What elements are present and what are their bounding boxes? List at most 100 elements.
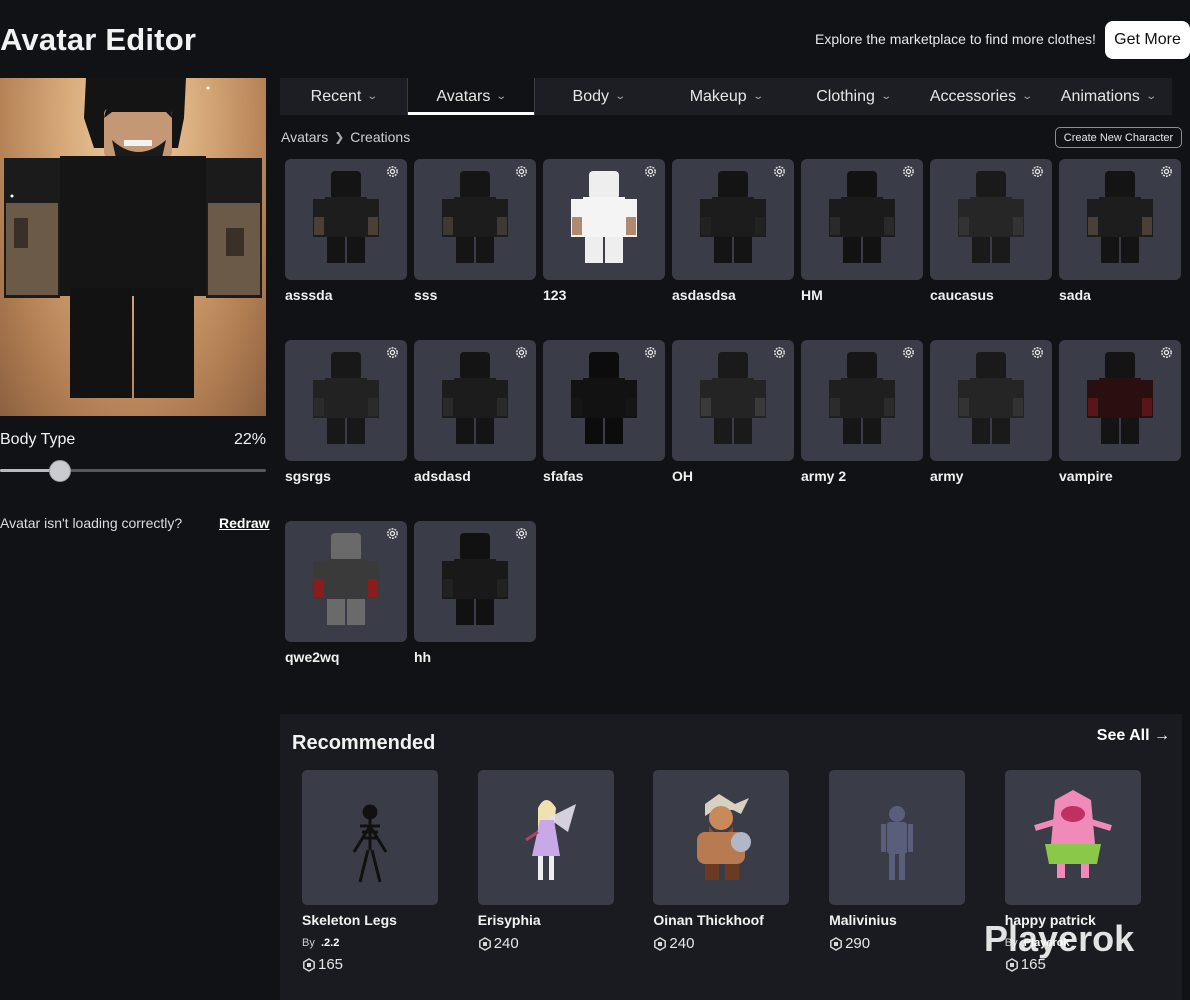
avatar-card[interactable]: sfafas xyxy=(543,340,665,484)
avatar-card-thumb[interactable] xyxy=(930,340,1052,461)
avatar-card-thumb[interactable] xyxy=(414,340,536,461)
price-value: 240 xyxy=(493,935,519,952)
avatar-card[interactable]: OH xyxy=(672,340,794,484)
avatar-card-thumb[interactable] xyxy=(543,159,665,280)
item-thumbnail xyxy=(881,806,914,880)
gear-icon[interactable] xyxy=(1159,164,1174,179)
gear-icon[interactable] xyxy=(385,526,400,541)
item-name: Erisyphia xyxy=(477,912,541,928)
avatar-card[interactable]: sss xyxy=(414,159,536,303)
gear-icon[interactable] xyxy=(772,164,787,179)
gear-icon[interactable] xyxy=(385,345,400,360)
chevron-down-icon: ⌄ xyxy=(366,91,379,102)
gear-icon[interactable] xyxy=(772,345,787,360)
gear-icon[interactable] xyxy=(514,526,529,541)
item-thumb[interactable] xyxy=(302,770,438,905)
gear-icon[interactable] xyxy=(901,164,916,179)
recommended-item[interactable]: Oinan Thickhoof 240 xyxy=(653,770,790,952)
avatar-card[interactable]: qwe2wq xyxy=(285,521,407,665)
body-type-slider[interactable] xyxy=(0,460,266,482)
avatar-card[interactable]: vampire xyxy=(1059,340,1181,484)
item-name: Oinan Thickhoof xyxy=(653,912,764,928)
breadcrumb: Avatars ❯ Creations xyxy=(281,129,410,145)
avatar-card-thumb[interactable] xyxy=(672,340,794,461)
tab-avatars[interactable]: Avatars ⌄ xyxy=(407,78,535,115)
tab-label: Body xyxy=(572,87,610,105)
gear-icon[interactable] xyxy=(1030,345,1045,360)
robux-icon xyxy=(303,957,315,972)
chevron-down-icon: ⌄ xyxy=(614,91,627,102)
item-thumb[interactable] xyxy=(653,770,790,905)
see-all-link[interactable]: See All → xyxy=(1097,727,1170,745)
avatar-card-name: sfafas xyxy=(543,468,584,484)
get-more-button[interactable]: Get More xyxy=(1105,21,1190,59)
avatar-card[interactable]: sada xyxy=(1059,159,1181,303)
avatar-card[interactable]: adsdasd xyxy=(414,340,536,484)
avatar-card[interactable]: sgsrgs xyxy=(285,340,407,484)
item-thumb[interactable] xyxy=(1004,770,1141,905)
avatar-card[interactable]: HM xyxy=(801,159,923,303)
avatar-card[interactable]: asssda xyxy=(285,159,407,303)
gear-icon[interactable] xyxy=(643,164,658,179)
avatar-card-thumb[interactable] xyxy=(801,159,923,280)
avatar-preview[interactable]: 3D xyxy=(0,78,266,416)
avatar-card-name: OH xyxy=(672,468,693,484)
avatar-card-thumb[interactable] xyxy=(414,521,536,642)
tab-accessories[interactable]: Accessories ⌄ xyxy=(917,78,1044,115)
avatar-card-thumb[interactable] xyxy=(1059,340,1181,461)
recommended-item[interactable]: Skeleton Legs By .2.2 165 xyxy=(302,770,438,973)
tab-label: Animations xyxy=(1060,87,1140,105)
redraw-link[interactable]: Redraw xyxy=(219,515,270,531)
avatar-card-thumb[interactable] xyxy=(285,340,407,461)
tab-clothing[interactable]: Clothing ⌄ xyxy=(790,78,917,115)
avatar-card-name: sss xyxy=(414,287,438,303)
tab-label: Recent xyxy=(310,87,362,105)
avatar-card-thumb[interactable] xyxy=(285,159,407,280)
avatar-card[interactable]: army 2 xyxy=(801,340,923,484)
item-thumb[interactable] xyxy=(829,770,966,905)
robux-icon xyxy=(654,936,667,951)
recommended-item[interactable]: Malivinius 290 xyxy=(829,770,966,952)
gear-icon[interactable] xyxy=(1030,164,1045,179)
breadcrumb-parent[interactable]: Avatars xyxy=(281,129,328,145)
item-name: Malivinius xyxy=(829,912,897,928)
marketplace-hint: Explore the marketplace to find more clo… xyxy=(815,31,1096,47)
item-thumb[interactable] xyxy=(477,770,614,905)
tab-recent[interactable]: Recent ⌄ xyxy=(280,78,407,115)
item-name: Skeleton Legs xyxy=(302,912,397,928)
avatar-card-thumb[interactable] xyxy=(672,159,794,280)
avatar-card[interactable]: 123 xyxy=(543,159,665,303)
item-creator[interactable]: By .2.2 xyxy=(302,937,339,949)
gear-icon[interactable] xyxy=(1159,345,1174,360)
tab-body[interactable]: Body ⌄ xyxy=(535,78,662,115)
avatar-card[interactable]: asdasdsa xyxy=(672,159,794,303)
avatar-card-thumb[interactable] xyxy=(801,340,923,461)
tab-makeup[interactable]: Makeup ⌄ xyxy=(662,78,789,115)
gear-icon[interactable] xyxy=(514,345,529,360)
avatar-card[interactable]: hh xyxy=(414,521,536,665)
avatar-card-thumb[interactable] xyxy=(543,340,665,461)
gear-icon[interactable] xyxy=(901,345,916,360)
tab-animations[interactable]: Animations ⌄ xyxy=(1044,78,1171,115)
avatar-card-name: 123 xyxy=(543,287,567,303)
avatar-card-thumb[interactable] xyxy=(414,159,536,280)
gear-icon[interactable] xyxy=(514,164,529,179)
chevron-down-icon: ⌄ xyxy=(880,91,892,102)
avatar-card-thumb[interactable] xyxy=(930,159,1052,280)
item-price: 240 xyxy=(478,935,519,952)
avatar-card-thumb[interactable] xyxy=(285,521,407,642)
by-label: By xyxy=(302,937,315,949)
create-new-character-button[interactable]: Create New Character xyxy=(1055,127,1182,148)
recommended-item[interactable]: Erisyphia 240 xyxy=(477,770,614,952)
gear-icon[interactable] xyxy=(385,164,400,179)
avatar-card[interactable]: caucasus xyxy=(930,159,1052,303)
gear-icon[interactable] xyxy=(643,345,658,360)
body-type-label: Body Type xyxy=(0,431,76,448)
avatar-card-thumb[interactable] xyxy=(1059,159,1181,280)
slider-thumb[interactable] xyxy=(48,460,71,482)
price-value: 290 xyxy=(845,935,871,952)
recommended-item[interactable]: happy patrick By Playerok 165 xyxy=(1004,770,1141,973)
avatar-card-name: asssda xyxy=(285,287,333,303)
item-thumbnail xyxy=(1033,790,1112,878)
avatar-card[interactable]: army xyxy=(930,340,1052,484)
